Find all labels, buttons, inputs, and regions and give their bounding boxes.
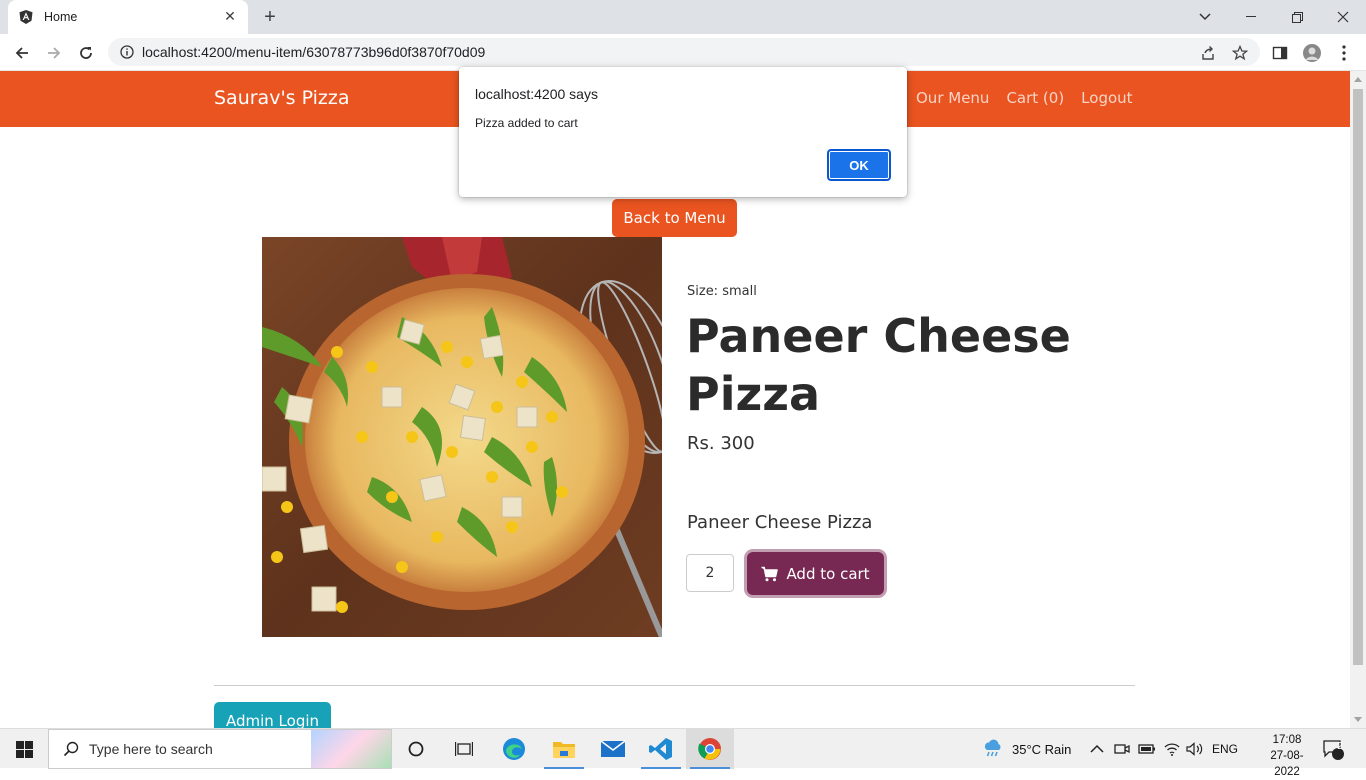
add-to-cart-label: Add to cart [786,564,870,583]
clock-date: 27-08-2022 [1270,750,1304,778]
share-icon[interactable] [1198,43,1218,63]
browser-tabstrip: Home ✕ + [0,0,1366,34]
task-view-icon[interactable] [440,729,488,769]
chevron-up-icon [1090,744,1104,753]
chrome-icon[interactable] [686,729,734,769]
scroll-up-arrow-icon[interactable] [1354,77,1362,82]
clock-time: 17:08 [1272,734,1302,746]
taskbar-clock[interactable]: 17:08 27-08-2022 [1262,732,1312,780]
tab-search-icon[interactable] [1182,0,1228,34]
footer-divider [214,685,1135,686]
volume-icon[interactable] [1186,729,1204,769]
edge-icon[interactable] [490,729,538,769]
angular-icon [19,10,33,24]
new-tab-button[interactable]: + [258,5,282,29]
menu-kebab-icon[interactable] [1334,43,1354,63]
alert-dialog: localhost:4200 says Pizza added to cart … [459,67,907,197]
bookmark-star-icon[interactable] [1230,43,1250,63]
cortana-icon[interactable] [392,729,440,769]
pizza-price: Rs. 300 [687,433,755,454]
wifi-icon[interactable] [1164,729,1180,769]
search-highlight-image [311,730,391,768]
back-arrow-icon[interactable] [8,39,36,67]
browser-tab[interactable]: Home ✕ [8,0,248,34]
windows-taskbar: Type here to search 35°C Rain ENG 17:08 … [0,728,1366,778]
notification-count: 2 [1337,741,1343,752]
close-tab-icon[interactable]: ✕ [222,9,238,25]
scrollbar-thumb[interactable] [1353,89,1363,665]
nav-link-cart[interactable]: Cart (0) [1006,89,1064,107]
profile-avatar[interactable] [1302,43,1322,63]
quantity-input[interactable]: 2 [686,554,734,592]
search-placeholder: Type here to search [89,741,213,757]
mail-icon[interactable] [589,729,637,769]
language-indicator[interactable]: ENG [1212,729,1238,769]
add-to-cart-button[interactable]: Add to cart [747,552,884,595]
reload-icon[interactable] [72,39,100,67]
weather-widget[interactable]: 35°C Rain [982,729,1071,769]
scroll-down-arrow-icon[interactable] [1354,717,1362,722]
admin-login-button[interactable]: Admin Login [214,702,331,728]
pizza-description: Paneer Cheese Pizza [687,512,873,533]
vscode-icon[interactable] [637,729,685,769]
dialog-ok-button[interactable]: OK [827,149,891,181]
search-icon [63,741,79,757]
taskbar-search-box[interactable]: Type here to search [48,729,392,769]
address-bar[interactable]: localhost:4200/menu-item/63078773b96d0f3… [108,38,1260,66]
battery-icon[interactable] [1138,729,1156,769]
pizza-image [262,237,662,637]
close-window-button[interactable] [1320,0,1366,34]
size-label: Size: small [687,284,757,299]
windows-logo-icon [15,740,33,758]
minimize-button[interactable] [1228,0,1274,34]
dialog-title: localhost:4200 says [475,86,598,102]
tray-meet-now-icon[interactable] [1114,729,1130,769]
info-icon[interactable] [120,45,134,59]
dialog-message: Pizza added to cart [475,116,578,130]
pizza-title: Paneer Cheese Pizza [686,309,1071,421]
notification-center[interactable]: 2 [1322,729,1344,769]
start-button[interactable] [0,729,48,769]
browser-toolbar: localhost:4200/menu-item/63078773b96d0f3… [0,34,1366,71]
weather-text: 35°C Rain [1012,741,1072,757]
nav-links: Our Menu Cart (0) Logout [916,89,1350,107]
show-hidden-icons[interactable] [1090,729,1104,769]
rain-cloud-icon [984,739,1001,757]
url-text: localhost:4200/menu-item/63078773b96d0f3… [142,44,486,60]
side-panel-icon[interactable] [1270,43,1290,63]
nav-link-logout[interactable]: Logout [1081,89,1132,107]
cart-icon [761,566,779,581]
page-scrollbar[interactable] [1350,71,1366,728]
tab-title: Home [44,10,78,24]
site-brand[interactable]: Saurav's Pizza [214,87,350,109]
file-explorer-icon[interactable] [540,729,588,769]
nav-link-our-menu[interactable]: Our Menu [916,89,989,107]
restore-button[interactable] [1274,0,1320,34]
back-to-menu-button[interactable]: Back to Menu [612,199,737,237]
forward-arrow-icon[interactable] [40,39,68,67]
